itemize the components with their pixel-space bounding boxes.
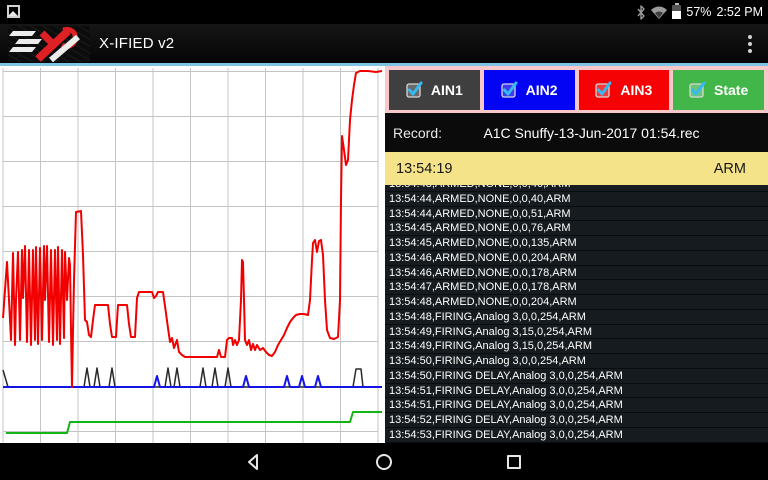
app-bar: X-IFIED v2 <box>0 24 768 63</box>
channel-label: AIN3 <box>620 81 653 98</box>
back-button[interactable] <box>244 452 264 472</box>
clock: 2:52 PM <box>716 5 763 19</box>
android-nav-bar <box>0 443 768 480</box>
series-state <box>6 411 382 434</box>
selected-event-time: 13:54:19 <box>396 160 453 177</box>
log-row[interactable]: 13:54:47,ARMED,NONE,0,0,178,ARM <box>385 280 768 295</box>
channel-label: State <box>714 81 749 98</box>
log-row[interactable]: 13:54:52,FIRING DELAY,Analog 3,0,0,254,A… <box>385 413 768 428</box>
log-row[interactable]: 13:54:45,ARMED,NONE,0,0,76,ARM <box>385 221 768 236</box>
battery-icon <box>672 3 682 19</box>
recents-button[interactable] <box>504 452 524 472</box>
selected-event-row: 13:54:19 ARM <box>385 152 768 185</box>
log-row[interactable]: 13:54:48,ARMED,NONE,0,0,204,ARM <box>385 295 768 310</box>
selected-event-state: ARM <box>713 160 746 177</box>
right-panel: AIN1 AIN2 AIN3 State Record: A1C Snuffy-13-… <box>385 66 768 443</box>
log-list-viewport[interactable]: 13:54:43,ARMED,NONE,0,0,40,ARM13:54:44,A… <box>385 185 768 443</box>
log-row[interactable]: 13:54:49,FIRING,Analog 3,15,0,254,ARM <box>385 324 768 340</box>
checkbox-checked-icon[interactable] <box>689 81 707 98</box>
series-ain1 <box>2 367 382 388</box>
channel-toggles: AIN1 AIN2 AIN3 State <box>385 66 768 113</box>
checkbox-checked-icon[interactable] <box>406 81 424 98</box>
log-row[interactable]: 13:54:51,FIRING DELAY,Analog 3,0,0,254,A… <box>385 383 768 399</box>
status-bar: 57% 2:52 PM <box>0 0 768 24</box>
overflow-menu-icon[interactable] <box>748 34 752 53</box>
home-button[interactable] <box>374 452 394 472</box>
record-label: Record: <box>393 124 443 141</box>
channel-ain2-toggle[interactable]: AIN2 <box>483 69 575 110</box>
log-row[interactable]: 13:54:46,ARMED,NONE,0,0,204,ARM <box>385 250 768 266</box>
series-ain3 <box>2 70 383 388</box>
battery-percent: 57% <box>686 5 712 19</box>
log-row[interactable]: 13:54:48,FIRING,Analog 3,0,0,254,ARM <box>385 309 768 325</box>
log-list: 13:54:43,ARMED,NONE,0,0,40,ARM13:54:44,A… <box>385 185 768 443</box>
app-logo <box>8 25 90 62</box>
wifi-icon <box>651 6 668 19</box>
bluetooth-icon <box>637 4 646 20</box>
log-row[interactable]: 13:54:43,ARMED,NONE,0,0,40,ARM <box>385 185 768 192</box>
channel-state-toggle[interactable]: State <box>673 69 764 110</box>
log-row[interactable]: 13:54:51,FIRING DELAY,Analog 3,0,0,254,A… <box>385 398 768 413</box>
log-row[interactable]: 13:54:45,ARMED,NONE,0,0,135,ARM <box>385 236 768 251</box>
series-ain2 <box>3 375 382 388</box>
screenshot-notification-icon <box>7 5 20 18</box>
signal-chart <box>2 68 383 443</box>
channel-ain1-toggle[interactable]: AIN1 <box>389 69 480 110</box>
channel-label: AIN1 <box>430 81 463 98</box>
checkbox-checked-icon[interactable] <box>595 81 613 98</box>
app-title: X-IFIED v2 <box>99 35 175 52</box>
log-row[interactable]: 13:54:50,FIRING DELAY,Analog 3,0,0,254,A… <box>385 368 768 384</box>
log-row[interactable]: 13:54:44,ARMED,NONE,0,0,40,ARM <box>385 191 768 207</box>
channel-label: AIN2 <box>525 81 558 98</box>
chart-panel <box>0 66 385 443</box>
log-row[interactable]: 13:54:44,ARMED,NONE,0,0,51,ARM <box>385 206 768 222</box>
screen: 57% 2:52 PM X-IFIED v2 AIN1 AIN2 AIN3 St… <box>0 0 768 480</box>
log-row[interactable]: 13:54:50,FIRING,Analog 3,0,0,254,ARM <box>385 354 768 369</box>
main-content: AIN1 AIN2 AIN3 State Record: A1C Snuffy-13-… <box>0 66 768 443</box>
log-row[interactable]: 13:54:49,FIRING,Analog 3,15,0,254,ARM <box>385 339 768 354</box>
checkbox-checked-icon[interactable] <box>501 81 519 98</box>
log-row[interactable]: 13:54:46,ARMED,NONE,0,0,178,ARM <box>385 265 768 281</box>
channel-ain3-toggle[interactable]: AIN3 <box>578 69 670 110</box>
record-filename: A1C Snuffy-13-Jun-2017 01:54.rec <box>483 124 700 141</box>
record-row: Record: A1C Snuffy-13-Jun-2017 01:54.rec <box>385 113 768 152</box>
log-row[interactable]: 13:54:53,FIRING DELAY,Analog 3,0,0,254,A… <box>385 427 768 443</box>
